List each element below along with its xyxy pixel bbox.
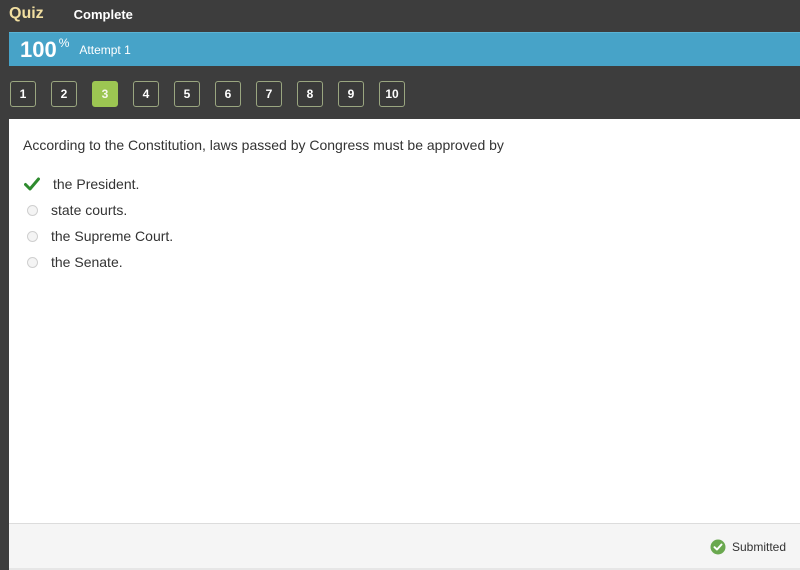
question-button-8[interactable]: 8 [297, 81, 323, 107]
score-value: 100 [20, 36, 57, 62]
submitted-status: Submitted [710, 539, 786, 555]
answer-label: the Senate. [51, 254, 123, 270]
question-button-5[interactable]: 5 [174, 81, 200, 107]
check-circle-icon [710, 539, 726, 554]
question-button-2[interactable]: 2 [51, 81, 77, 107]
question-text: According to the Constitution, laws pass… [23, 137, 504, 153]
question-button-4[interactable]: 4 [133, 81, 159, 107]
question-button-9[interactable]: 9 [338, 81, 364, 107]
question-navigation: 1 2 3 4 5 6 7 8 9 10 [0, 78, 800, 110]
question-button-6[interactable]: 6 [215, 81, 241, 107]
radio-icon[interactable] [27, 204, 38, 216]
attempt-label: Attempt 1 [79, 42, 131, 57]
radio-icon[interactable] [27, 256, 38, 268]
question-button-10[interactable]: 10 [379, 81, 405, 107]
quiz-status: Complete [73, 6, 133, 22]
answer-option-1[interactable]: the President. [23, 171, 173, 197]
question-button-3[interactable]: 3 [92, 81, 118, 107]
radio-icon[interactable] [27, 230, 38, 242]
question-panel: According to the Constitution, laws pass… [9, 119, 800, 523]
answer-option-3[interactable]: the Supreme Court. [23, 223, 173, 249]
score-bar: 100 % Attempt 1 [9, 32, 800, 66]
question-button-7[interactable]: 7 [256, 81, 282, 107]
answer-label: the President. [53, 176, 140, 192]
quiz-title: Quiz [9, 5, 44, 22]
answer-option-2[interactable]: state courts. [23, 197, 173, 223]
answer-label: state courts. [51, 202, 128, 218]
answer-label: the Supreme Court. [51, 228, 174, 244]
top-bar: Quiz Complete [0, 0, 800, 28]
score: 100 % [20, 35, 70, 63]
answer-option-4[interactable]: the Senate. [23, 249, 173, 275]
score-unit: % [58, 35, 70, 50]
question-button-1[interactable]: 1 [10, 81, 36, 107]
footer-bar: Submitted [9, 523, 800, 569]
answer-list: the President. state courts. the Supreme… [23, 171, 173, 275]
checkmark-icon [23, 177, 41, 191]
submitted-label: Submitted [731, 539, 786, 554]
